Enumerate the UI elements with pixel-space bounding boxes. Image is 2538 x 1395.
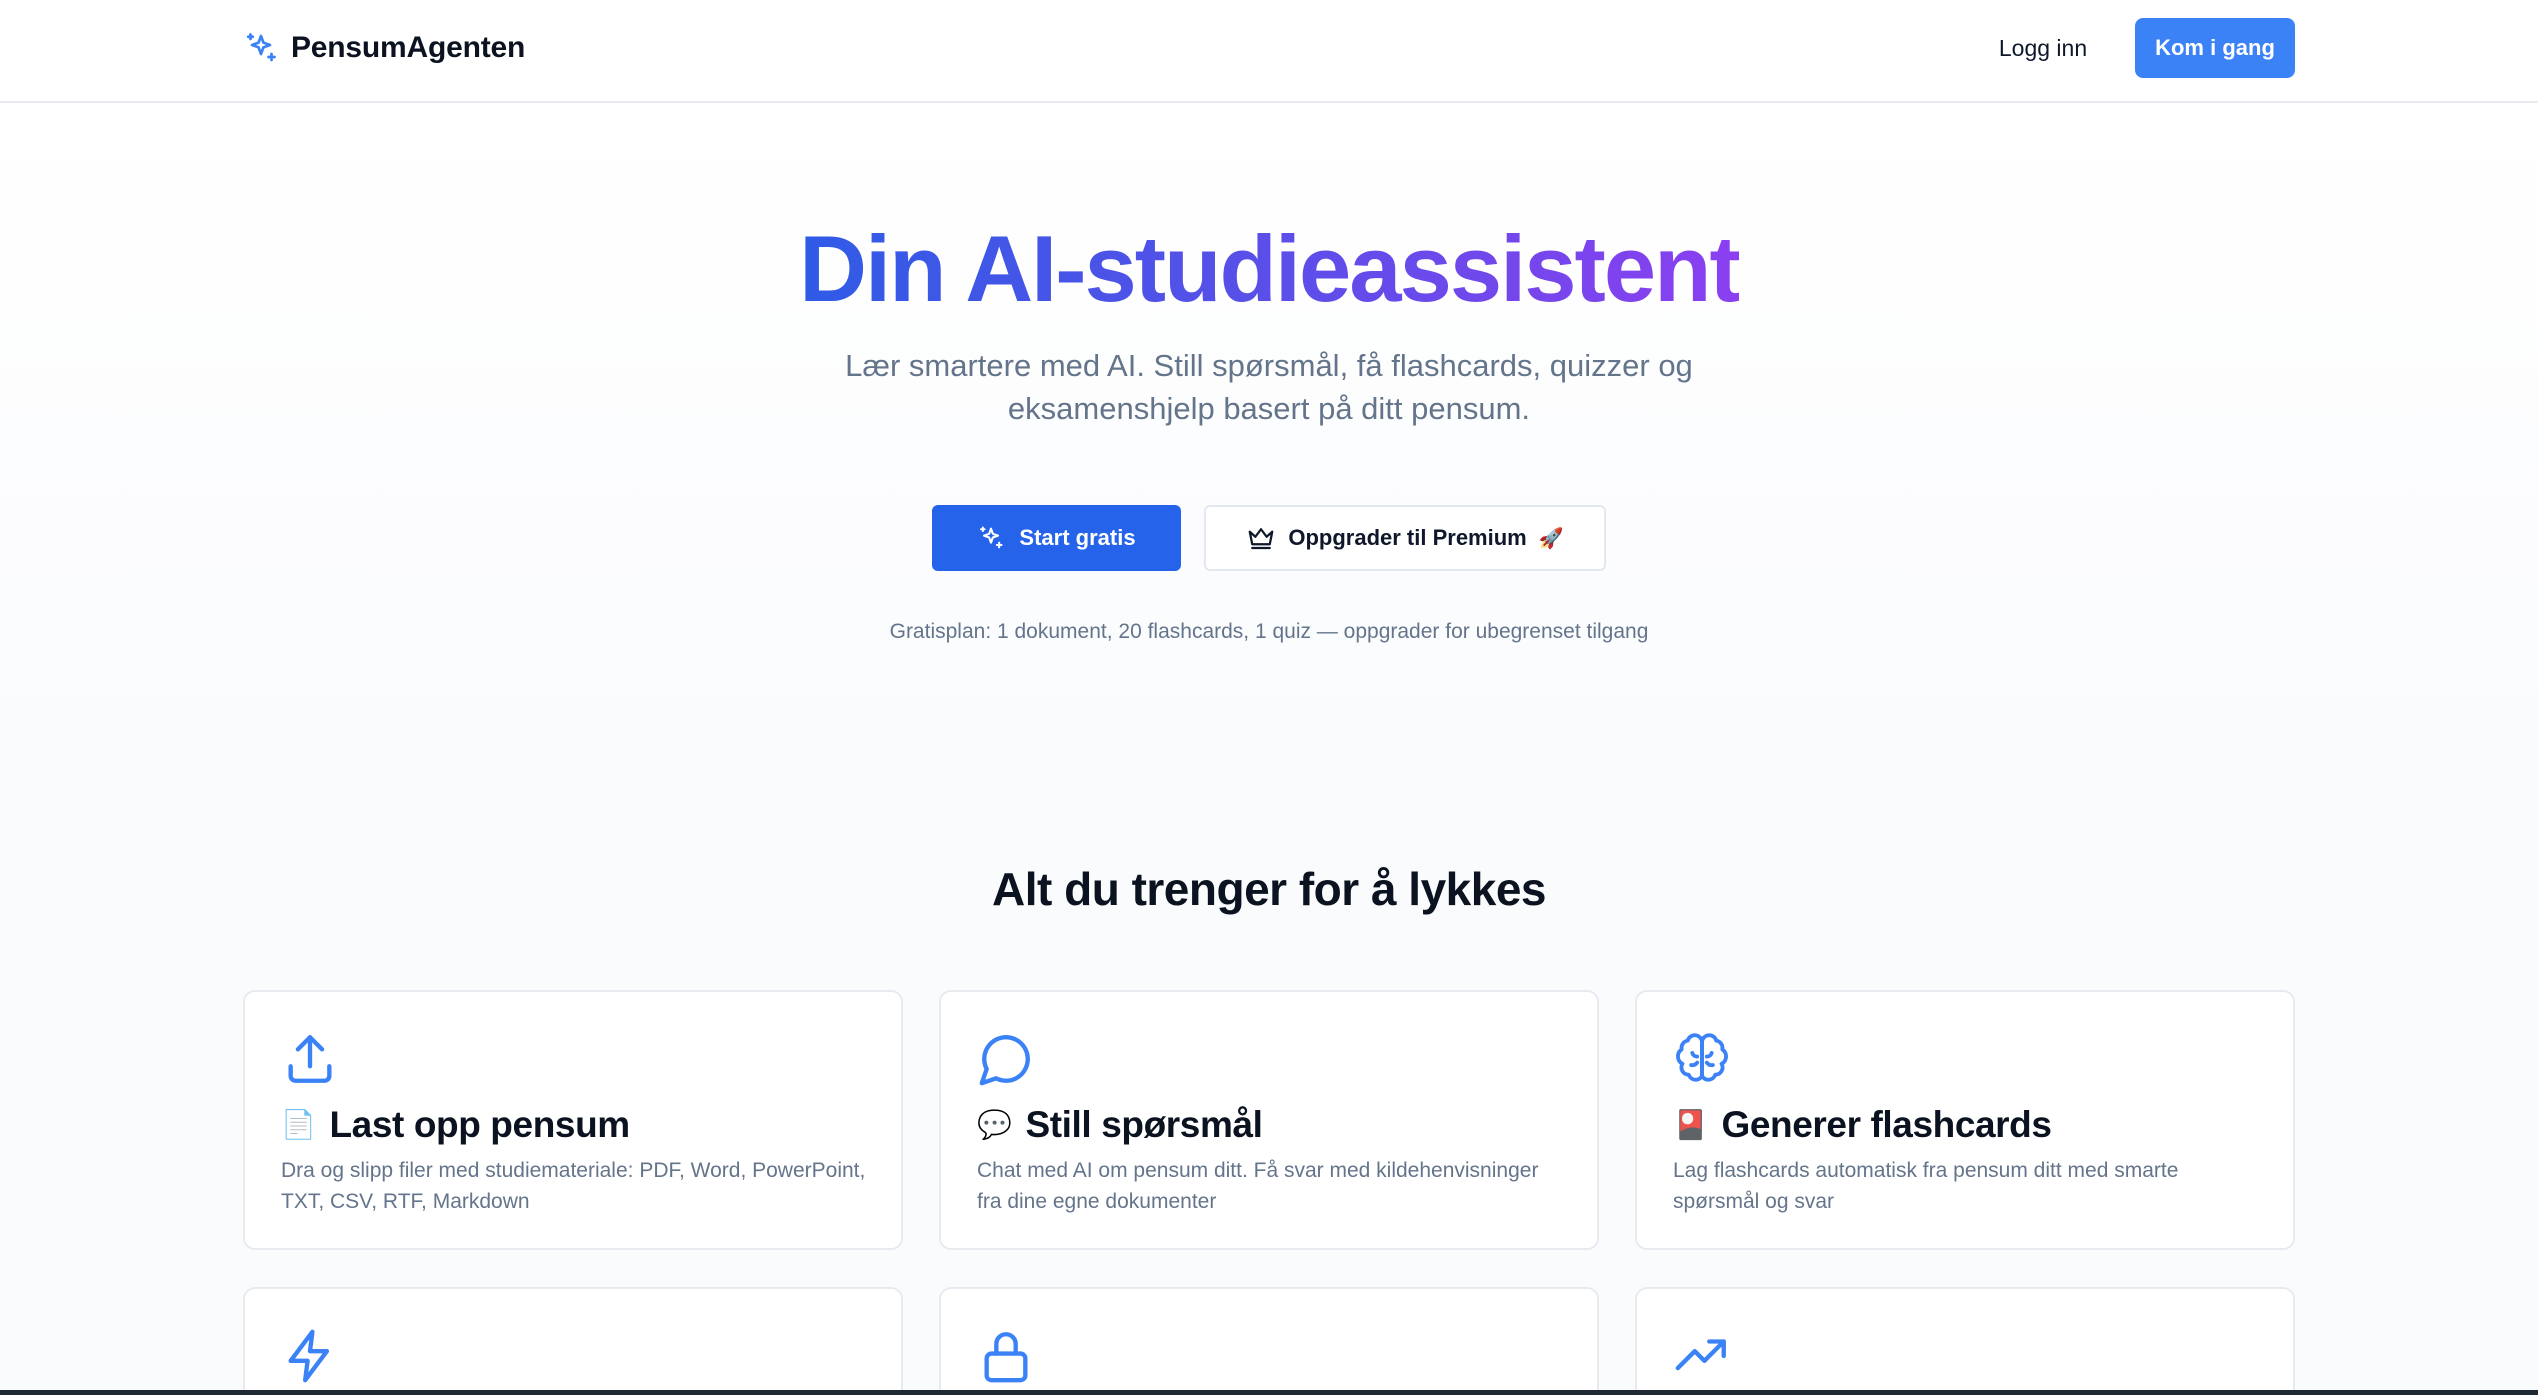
sparkles-icon bbox=[246, 33, 276, 62]
bottom-edge bbox=[0, 1390, 2538, 1395]
sparkles-icon bbox=[980, 526, 1003, 549]
brain-icon bbox=[1676, 1033, 1728, 1082]
feature-card-questions: 💬 Still spørsmål Chat med AI om pensum d… bbox=[939, 990, 1599, 1250]
lightning-icon bbox=[288, 1329, 330, 1383]
feature-card-speed bbox=[243, 1287, 903, 1395]
chat-bubble-icon bbox=[979, 1035, 1030, 1086]
free-plan-note: Gratisplan: 1 dokument, 20 flashcards, 1… bbox=[889, 620, 1649, 643]
trending-up-icon bbox=[1675, 1339, 1726, 1371]
crown-icon bbox=[1248, 528, 1274, 550]
get-started-button[interactable]: Kom i gang bbox=[2135, 18, 2295, 78]
features-heading: Alt du trenger for å lykkes bbox=[992, 863, 1547, 915]
rocket-icon: 🚀 bbox=[1538, 527, 1564, 550]
upgrade-premium-button[interactable]: Oppgrader til Premium 🚀 bbox=[1204, 505, 1606, 571]
feature-description: Chat med AI om pensum ditt. Få svar med … bbox=[977, 1159, 1539, 1213]
flower-card-emoji-icon: 🎴 bbox=[1673, 1109, 1708, 1140]
upgrade-premium-label: Oppgrader til Premium bbox=[1288, 525, 1527, 550]
start-free-button[interactable]: Start gratis bbox=[932, 505, 1181, 571]
start-free-label: Start gratis bbox=[1019, 525, 1136, 550]
feature-card-upload: 📄 Last opp pensum Dra og slipp filer med… bbox=[243, 990, 903, 1250]
document-emoji-icon: 📄 bbox=[281, 1109, 316, 1140]
feature-title: Last opp pensum bbox=[329, 1104, 630, 1145]
hero-title: Din AI-studieassistent bbox=[799, 216, 1741, 321]
brand-name: PensumAgenten bbox=[291, 31, 526, 64]
brand-logo[interactable]: PensumAgenten bbox=[243, 28, 525, 68]
lock-icon bbox=[984, 1332, 1028, 1383]
hero-subtitle: Lær smartere med AI. Still spørsmål, få … bbox=[845, 348, 1693, 426]
feature-title: Generer flashcards bbox=[1721, 1104, 2052, 1145]
login-link[interactable]: Logg inn bbox=[1980, 18, 2106, 78]
speech-bubble-emoji-icon: 💬 bbox=[977, 1109, 1012, 1140]
upload-icon bbox=[288, 1035, 332, 1083]
feature-description: Dra og slipp filer med studiemateriale: … bbox=[281, 1159, 866, 1213]
feature-card-progress bbox=[1635, 1287, 2295, 1395]
feature-card-flashcards: 🎴 Generer flashcards Lag flashcards auto… bbox=[1635, 990, 2295, 1250]
feature-description: Lag flashcards automatisk fra pensum dit… bbox=[1673, 1159, 2179, 1213]
landing-page: PensumAgenten Logg inn Kom i gang Din AI… bbox=[0, 0, 2538, 1395]
feature-title: Still spørsmål bbox=[1025, 1104, 1263, 1145]
feature-card-security bbox=[939, 1287, 1599, 1395]
top-navbar: PensumAgenten Logg inn Kom i gang bbox=[0, 0, 2538, 103]
